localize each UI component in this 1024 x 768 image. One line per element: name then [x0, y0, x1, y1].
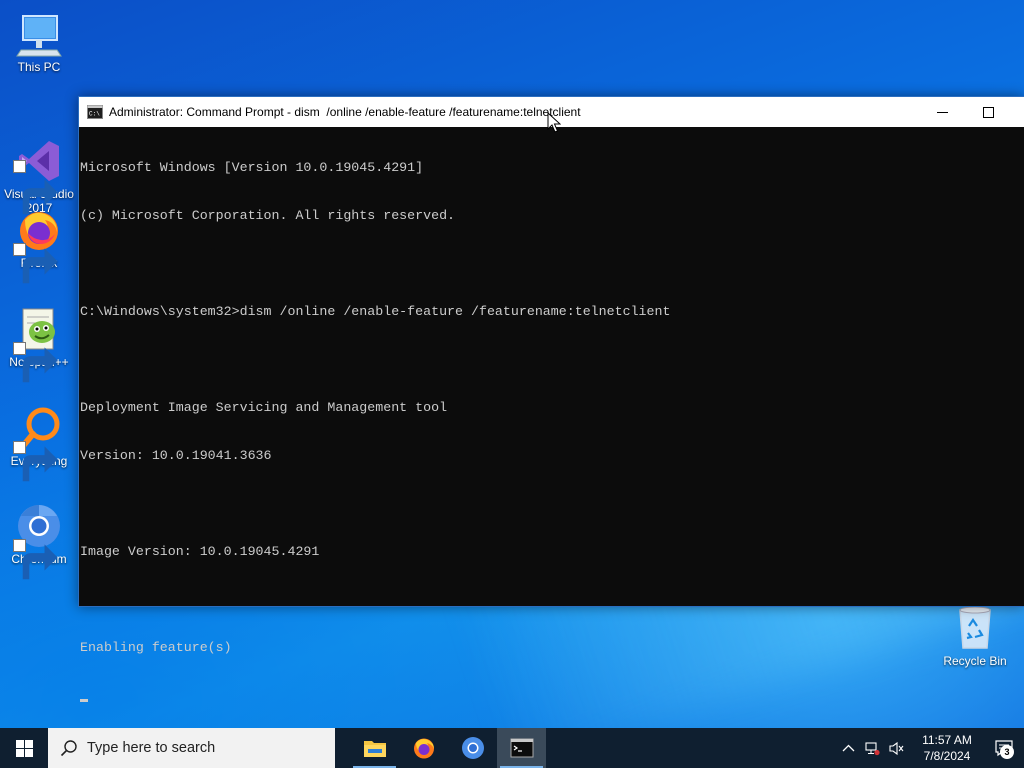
search-placeholder: Type here to search — [87, 740, 216, 756]
desktop-icon-this-pc[interactable]: This PC — [1, 10, 77, 74]
chromium-icon — [461, 737, 484, 759]
show-hidden-icons-button[interactable] — [836, 728, 860, 768]
shortcut-arrow-icon — [13, 342, 58, 383]
command-prompt-icon — [510, 738, 533, 758]
console-line: Deployment Image Servicing and Managemen… — [80, 400, 448, 415]
action-center-button[interactable]: 3 — [984, 728, 1024, 768]
window-title: Administrator: Command Prompt - dism /on… — [109, 105, 581, 119]
start-button[interactable] — [0, 728, 48, 768]
desktop-icon-notepadpp[interactable]: Notepad++ — [1, 305, 77, 383]
taskbar-app-firefox[interactable] — [399, 728, 448, 768]
clock[interactable]: 11:57 AM 7/8/2024 — [910, 732, 984, 764]
chevron-up-icon — [842, 744, 854, 751]
console-line: Microsoft Windows [Version 10.0.19045.42… — [80, 160, 424, 175]
shortcut-arrow-icon — [13, 441, 58, 482]
shortcut-arrow-icon — [13, 539, 58, 580]
volume-muted-icon — [888, 741, 903, 755]
system-tray: 11:57 AM 7/8/2024 3 — [836, 728, 1024, 768]
command-prompt-window[interactable]: C:\ Administrator: Command Prompt - dism… — [78, 96, 1024, 702]
console-line: C:\Windows\system32>dism /online /enable… — [80, 304, 671, 319]
desktop: This PC Visual Studio 2017 Recycle Bin C… — [0, 0, 1024, 728]
firefox-icon — [413, 738, 434, 759]
shortcut-arrow-icon — [13, 160, 58, 215]
desktop-icon-chromium[interactable]: Chromium — [1, 502, 77, 580]
taskbar-search-box[interactable]: Type here to search — [48, 728, 335, 768]
everything-search-icon — [13, 404, 63, 482]
firefox-icon — [13, 206, 63, 284]
svg-text:C:\: C:\ — [89, 111, 100, 118]
search-icon — [60, 740, 77, 757]
console-line: Version: 10.0.19041.3636 — [80, 448, 272, 463]
volume-button[interactable] — [884, 728, 908, 768]
mouse-pointer-icon — [547, 112, 561, 133]
console-caret-line — [80, 688, 1024, 704]
clock-time: 11:57 AM — [922, 733, 972, 747]
console-line: Enabling feature(s) — [80, 640, 232, 655]
taskbar-app-chromium[interactable] — [448, 728, 497, 768]
console-output[interactable]: Microsoft Windows [Version 10.0.19045.42… — [79, 127, 1024, 702]
network-status-button[interactable] — [860, 728, 884, 768]
visual-studio-icon — [13, 123, 63, 215]
desktop-icon-everything[interactable]: Everything — [1, 404, 77, 482]
windows-logo-icon — [15, 739, 33, 757]
chromium-icon — [13, 502, 63, 580]
taskbar-app-file-explorer[interactable] — [350, 728, 399, 768]
taskbar-app-command-prompt[interactable] — [497, 728, 546, 768]
clock-date: 7/8/2024 — [923, 749, 971, 763]
taskbar: Type here to search 11:57 AM 7/8/2024 3 — [0, 728, 1024, 768]
desktop-icon-label: This PC — [17, 60, 61, 74]
text-caret — [80, 699, 88, 702]
console-line: (c) Microsoft Corporation. All rights re… — [80, 208, 456, 223]
notification-count-badge: 3 — [1000, 745, 1014, 759]
notepadpp-icon — [13, 305, 63, 383]
command-prompt-icon: C:\ — [87, 105, 103, 119]
desktop-icon-firefox[interactable]: Firefox — [1, 206, 77, 284]
computer-icon — [15, 10, 63, 58]
file-explorer-icon — [363, 741, 386, 757]
console-line: Image Version: 10.0.19045.4291 — [80, 544, 320, 559]
maximize-icon — [982, 106, 994, 118]
shortcut-arrow-icon — [13, 243, 58, 284]
minimize-button[interactable] — [919, 97, 965, 127]
maximize-button[interactable] — [965, 97, 1011, 127]
minimize-icon — [936, 111, 948, 113]
network-icon — [864, 741, 880, 755]
